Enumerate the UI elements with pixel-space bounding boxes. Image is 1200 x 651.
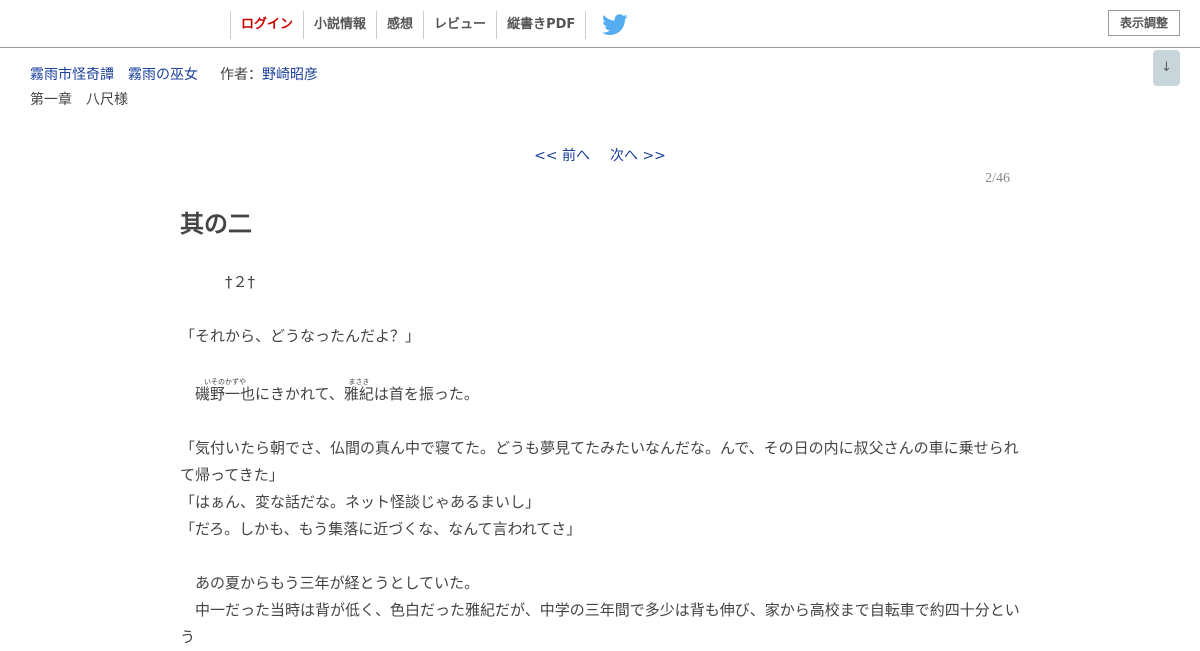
novel-body: †２† 「それから、どうなったんだよ？」 磯野一也いそのかずやにきかれて、雅紀ま… (180, 269, 1025, 651)
ruby-word: 磯野一也いそのかずや (195, 378, 256, 403)
novel-breadcrumb: 霧雨市怪奇譚 霧雨の巫女 作者：野崎昭彦 (30, 66, 318, 84)
body-line: 「はぁん、変な話だな。ネット怪談じゃあるまいし」 (180, 493, 541, 511)
body-line: 「それから、どうなったんだよ？」 (180, 327, 421, 345)
scroll-down-button[interactable]: ↓ (1153, 50, 1180, 86)
series-link[interactable]: 霧雨市怪奇譚 (30, 67, 114, 83)
vertical-pdf-link[interactable]: 縦書きPDF (496, 11, 587, 39)
header-nav: ログイン 小説情報 感想 レビュー 縦書きPDF (230, 11, 628, 39)
ruby-word: 雅紀まさき (343, 378, 374, 403)
top-bar: ログイン 小説情報 感想 レビュー 縦書きPDF 表示調整 (0, 0, 1200, 48)
body-line (180, 408, 1025, 435)
author-label: 作者： (220, 67, 262, 83)
next-page-link[interactable]: 次へ >> (610, 148, 666, 164)
impressions-link[interactable]: 感想 (376, 11, 423, 39)
review-link[interactable]: レビュー (423, 11, 496, 39)
body-line (180, 543, 1025, 570)
body-line: 「だろ。しかも、もう集落に近づくな、なんて言われてさ」 (180, 520, 582, 538)
login-link[interactable]: ログイン (230, 11, 303, 39)
chapter-title: 第一章 八尺様 (30, 92, 128, 108)
display-settings-button[interactable]: 表示調整 (1107, 10, 1180, 36)
body-line (180, 350, 1025, 377)
pager: << 前へ 次へ >> (0, 145, 1200, 165)
body-line (180, 296, 1025, 323)
novel-title-link[interactable]: 霧雨の巫女 (128, 67, 198, 83)
body-line: あの夏からもう三年が経とうとしていた。 (180, 574, 480, 592)
episode-title: 其の二 (180, 210, 252, 238)
author-link[interactable]: 野崎昭彦 (262, 67, 318, 83)
body-line: 中一だった当時は背が低く、色白だった雅紀だが、中学の三年間で多少は背も伸び、家か… (180, 601, 1020, 646)
prev-page-link[interactable]: << 前へ (534, 148, 590, 164)
twitter-bird-icon[interactable] (602, 14, 628, 36)
novel-info-link[interactable]: 小説情報 (303, 11, 376, 39)
body-line: †２† (180, 273, 256, 291)
body-line: 磯野一也いそのかずやにきかれて、雅紀まさきは首を振った。 (195, 378, 479, 403)
body-line: 「気付いたら朝でさ、仏間の真ん中で寝てた。どうも夢見てたみたいなんだな。んで、そ… (180, 439, 1019, 484)
page-number: 2/46 (985, 171, 1010, 186)
